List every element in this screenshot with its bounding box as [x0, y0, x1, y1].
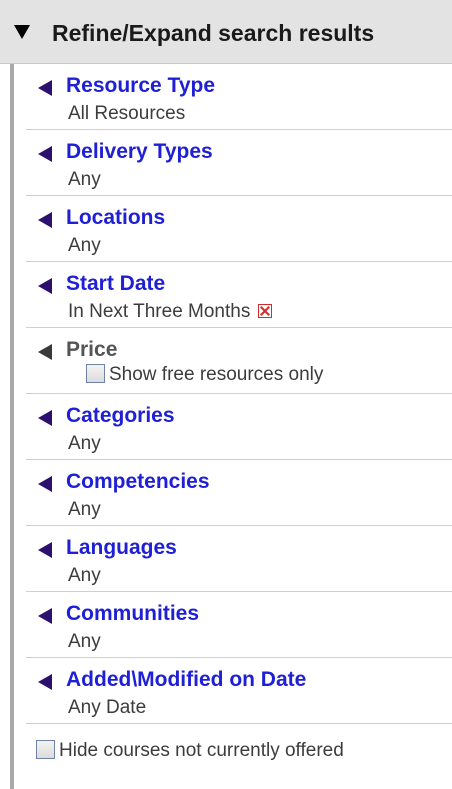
filter-value: Any Date	[68, 697, 147, 718]
triangle-left-icon	[38, 146, 52, 162]
filter-delivery-types: Delivery Types Any	[26, 130, 452, 196]
filter-value: Any	[68, 631, 101, 652]
filter-label[interactable]: Categories	[66, 404, 175, 428]
filter-list: Resource Type All Resources Delivery Typ…	[10, 64, 452, 789]
filter-label[interactable]: Locations	[66, 206, 165, 230]
checkbox-label[interactable]: Show free resources only	[109, 364, 323, 385]
triangle-left-icon	[38, 410, 52, 426]
filter-start-date: Start Date In Next Three Months	[26, 262, 452, 328]
checkbox-label[interactable]: Hide courses not currently offered	[59, 740, 344, 761]
triangle-left-icon	[38, 212, 52, 228]
filter-value: In Next Three Months	[68, 301, 251, 322]
filter-value: All Resources	[68, 103, 186, 124]
show-free-resources-option[interactable]: Show free resources only	[86, 364, 323, 386]
filter-value: Any	[68, 499, 101, 520]
filter-label[interactable]: Delivery Types	[66, 140, 213, 164]
filter-added-modified-date: Added\Modified on Date Any Date	[26, 658, 452, 724]
panel-header[interactable]: Refine/Expand search results	[0, 0, 452, 64]
filter-communities: Communities Any	[26, 592, 452, 658]
filter-label[interactable]: Start Date	[66, 272, 165, 296]
filter-label[interactable]: Resource Type	[66, 74, 215, 98]
filter-languages: Languages Any	[26, 526, 452, 592]
triangle-left-icon	[38, 278, 52, 294]
triangle-left-icon	[38, 80, 52, 96]
filter-value: Any	[68, 235, 101, 256]
panel-title[interactable]: Refine/Expand search results	[52, 20, 374, 47]
triangle-down-icon[interactable]	[14, 25, 30, 39]
filter-price: Price Show free resources only	[26, 328, 452, 394]
hide-courses-checkbox[interactable]	[36, 740, 55, 759]
refine-search-panel: Refine/Expand search results Resource Ty…	[0, 0, 452, 789]
remove-filter-icon[interactable]	[258, 304, 273, 318]
filter-categories: Categories Any	[26, 394, 452, 460]
filter-label[interactable]: Added\Modified on Date	[66, 668, 306, 692]
filter-label[interactable]: Competencies	[66, 470, 210, 494]
filter-label[interactable]: Communities	[66, 602, 199, 626]
filter-competencies: Competencies Any	[26, 460, 452, 526]
filter-locations: Locations Any	[26, 196, 452, 262]
hide-courses-option[interactable]: Hide courses not currently offered	[36, 740, 344, 762]
filter-label[interactable]: Price	[66, 338, 117, 362]
filter-value: Any	[68, 169, 101, 190]
triangle-left-icon	[38, 674, 52, 690]
triangle-left-icon	[38, 476, 52, 492]
filter-resource-type: Resource Type All Resources	[26, 64, 452, 130]
filter-label[interactable]: Languages	[66, 536, 177, 560]
triangle-left-icon	[38, 542, 52, 558]
filter-value-row: In Next Three Months	[68, 301, 273, 323]
filter-value: Any	[68, 433, 101, 454]
triangle-left-icon	[38, 344, 52, 360]
filter-value: Any	[68, 565, 101, 586]
show-free-resources-checkbox[interactable]	[86, 364, 105, 383]
triangle-left-icon	[38, 608, 52, 624]
